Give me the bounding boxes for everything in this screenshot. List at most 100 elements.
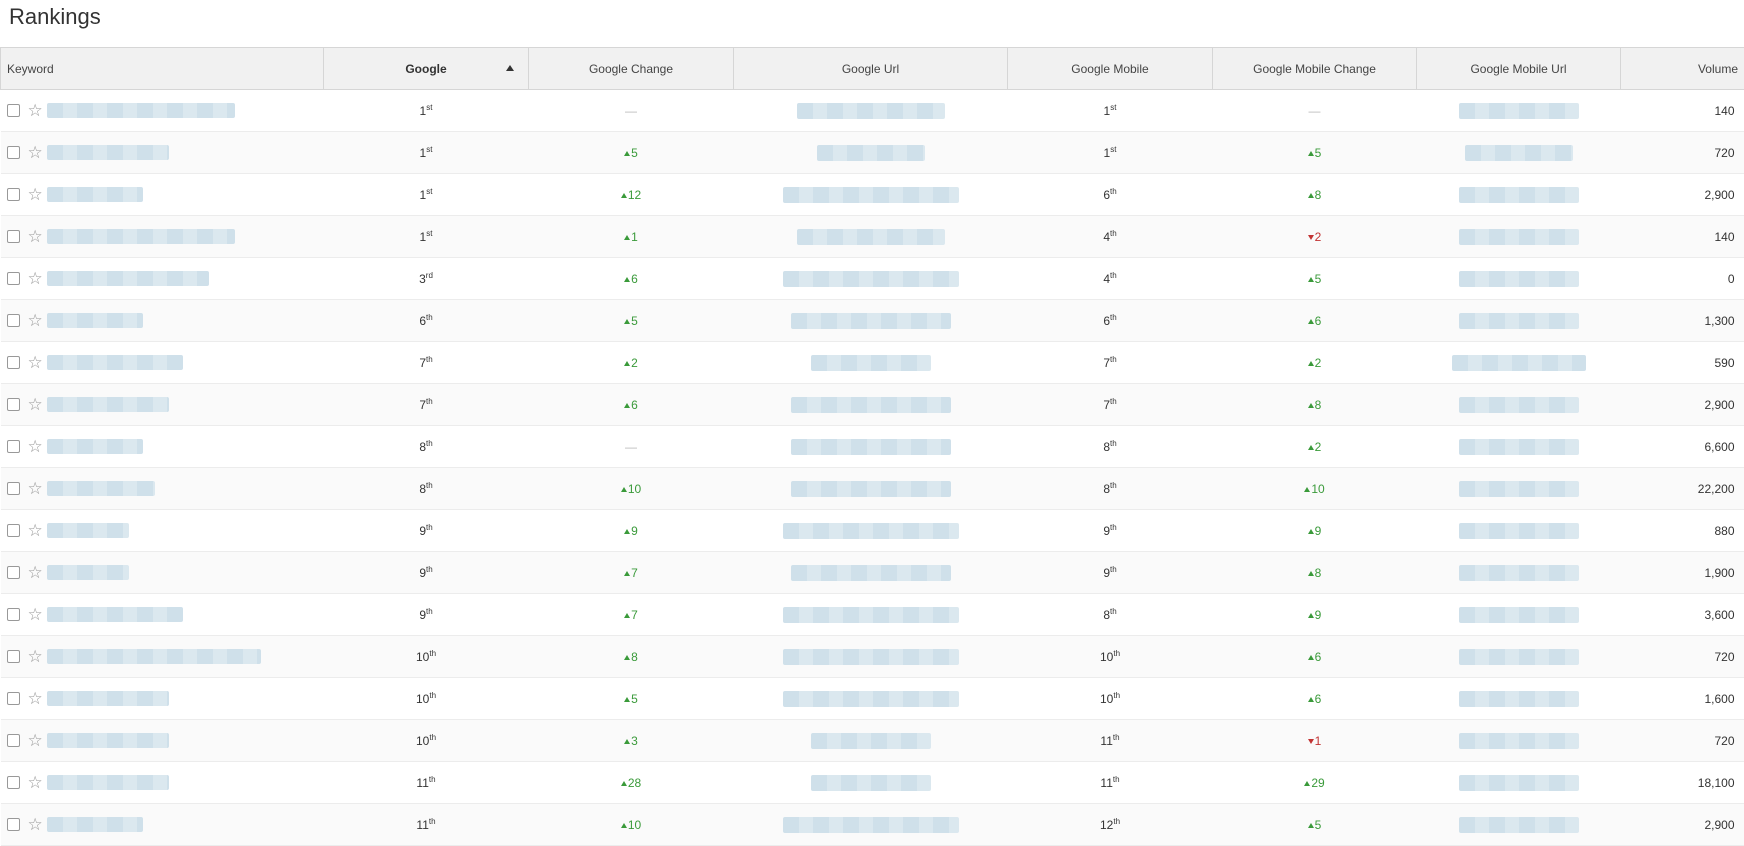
google-rank-cell: 9th (324, 552, 529, 594)
google-mobile-url-link-redacted[interactable] (1459, 187, 1579, 203)
google-url-link-redacted[interactable] (797, 103, 945, 119)
star-icon[interactable]: ☆ (28, 480, 43, 497)
row-checkbox[interactable] (7, 230, 20, 243)
row-checkbox[interactable] (7, 440, 20, 453)
google-change-value: 3 (631, 734, 638, 748)
google-mobile-rank-cell: 8th (1008, 468, 1213, 510)
row-checkbox[interactable] (7, 104, 20, 117)
google-mobile-url-link-redacted[interactable] (1459, 691, 1579, 707)
row-checkbox[interactable] (7, 398, 20, 411)
google-mobile-url-link-redacted[interactable] (1452, 355, 1586, 371)
google-mobile-rank-suffix: th (1110, 565, 1117, 574)
row-checkbox[interactable] (7, 776, 20, 789)
star-icon[interactable]: ☆ (28, 270, 43, 287)
row-checkbox[interactable] (7, 650, 20, 663)
row-checkbox[interactable] (7, 524, 20, 537)
star-icon[interactable]: ☆ (28, 102, 43, 119)
star-icon[interactable]: ☆ (28, 606, 43, 623)
row-checkbox[interactable] (7, 734, 20, 747)
keyword-text-redacted (47, 103, 235, 118)
google-mobile-url-link-redacted[interactable] (1459, 439, 1579, 455)
google-url-link-redacted[interactable] (811, 733, 931, 749)
google-mobile-url-cell (1417, 384, 1621, 426)
star-icon[interactable]: ☆ (28, 816, 43, 833)
star-icon[interactable]: ☆ (28, 438, 43, 455)
google-mobile-change-cell: — (1213, 90, 1417, 132)
table-header-row: Keyword Google Google Change Google Url … (1, 48, 1744, 90)
google-url-link-redacted[interactable] (783, 271, 959, 287)
star-icon[interactable]: ☆ (28, 228, 43, 245)
google-mobile-url-link-redacted[interactable] (1459, 775, 1579, 791)
star-icon[interactable]: ☆ (28, 648, 43, 665)
column-header-keyword[interactable]: Keyword (1, 48, 324, 90)
google-mobile-url-link-redacted[interactable] (1459, 817, 1579, 833)
google-url-link-redacted[interactable] (791, 565, 951, 581)
star-icon[interactable]: ☆ (28, 396, 43, 413)
google-mobile-url-link-redacted[interactable] (1459, 313, 1579, 329)
google-url-link-redacted[interactable] (783, 691, 959, 707)
google-url-link-redacted[interactable] (783, 187, 959, 203)
google-mobile-rank-cell: 1st (1008, 132, 1213, 174)
row-checkbox[interactable] (7, 818, 20, 831)
arrow-up-icon (624, 319, 630, 324)
google-url-link-redacted[interactable] (783, 649, 959, 665)
google-mobile-change-value: 2 (1315, 356, 1322, 370)
google-mobile-rank: 8 (1103, 608, 1110, 622)
star-icon[interactable]: ☆ (28, 522, 43, 539)
star-icon[interactable]: ☆ (28, 354, 43, 371)
google-mobile-url-link-redacted[interactable] (1459, 523, 1579, 539)
star-icon[interactable]: ☆ (28, 774, 43, 791)
google-url-link-redacted[interactable] (791, 313, 951, 329)
google-url-link-redacted[interactable] (783, 817, 959, 833)
row-checkbox[interactable] (7, 608, 20, 621)
row-checkbox[interactable] (7, 188, 20, 201)
row-checkbox[interactable] (7, 692, 20, 705)
google-url-link-redacted[interactable] (811, 775, 931, 791)
row-checkbox[interactable] (7, 314, 20, 327)
row-checkbox[interactable] (7, 482, 20, 495)
google-mobile-url-link-redacted[interactable] (1459, 103, 1579, 119)
row-checkbox[interactable] (7, 272, 20, 285)
row-checkbox[interactable] (7, 566, 20, 579)
google-mobile-url-link-redacted[interactable] (1459, 607, 1579, 623)
arrow-down-icon (1308, 739, 1314, 744)
column-header-volume[interactable]: Volume (1621, 48, 1744, 90)
google-url-link-redacted[interactable] (811, 355, 931, 371)
google-mobile-url-link-redacted[interactable] (1459, 565, 1579, 581)
google-url-link-redacted[interactable] (791, 481, 951, 497)
column-header-google-mobile-url[interactable]: Google Mobile Url (1417, 48, 1621, 90)
row-checkbox[interactable] (7, 356, 20, 369)
google-url-link-redacted[interactable] (783, 607, 959, 623)
google-url-link-redacted[interactable] (797, 229, 945, 245)
google-mobile-change-value: 8 (1315, 188, 1322, 202)
google-mobile-url-link-redacted[interactable] (1459, 481, 1579, 497)
google-mobile-url-cell (1417, 258, 1621, 300)
star-icon[interactable]: ☆ (28, 732, 43, 749)
column-header-google-url[interactable]: Google Url (734, 48, 1008, 90)
google-mobile-url-link-redacted[interactable] (1459, 229, 1579, 245)
column-header-google-mobile[interactable]: Google Mobile (1008, 48, 1213, 90)
google-mobile-url-link-redacted[interactable] (1465, 145, 1573, 161)
google-url-link-redacted[interactable] (791, 397, 951, 413)
google-mobile-change-cell: 5 (1213, 258, 1417, 300)
volume-cell: 0 (1621, 258, 1744, 300)
star-icon[interactable]: ☆ (28, 564, 43, 581)
google-mobile-change-value: 5 (1315, 818, 1322, 832)
google-mobile-change-value: 1 (1315, 734, 1322, 748)
row-checkbox[interactable] (7, 146, 20, 159)
column-header-google[interactable]: Google (324, 48, 529, 90)
google-mobile-url-link-redacted[interactable] (1459, 397, 1579, 413)
star-icon[interactable]: ☆ (28, 144, 43, 161)
column-header-google-change[interactable]: Google Change (529, 48, 734, 90)
google-rank-cell: 11th (324, 762, 529, 804)
google-url-link-redacted[interactable] (791, 439, 951, 455)
google-mobile-url-link-redacted[interactable] (1459, 649, 1579, 665)
star-icon[interactable]: ☆ (28, 312, 43, 329)
star-icon[interactable]: ☆ (28, 690, 43, 707)
star-icon[interactable]: ☆ (28, 186, 43, 203)
google-mobile-url-link-redacted[interactable] (1459, 733, 1579, 749)
google-mobile-url-link-redacted[interactable] (1459, 271, 1579, 287)
google-url-link-redacted[interactable] (783, 523, 959, 539)
column-header-google-mobile-change[interactable]: Google Mobile Change (1213, 48, 1417, 90)
google-url-link-redacted[interactable] (817, 145, 925, 161)
